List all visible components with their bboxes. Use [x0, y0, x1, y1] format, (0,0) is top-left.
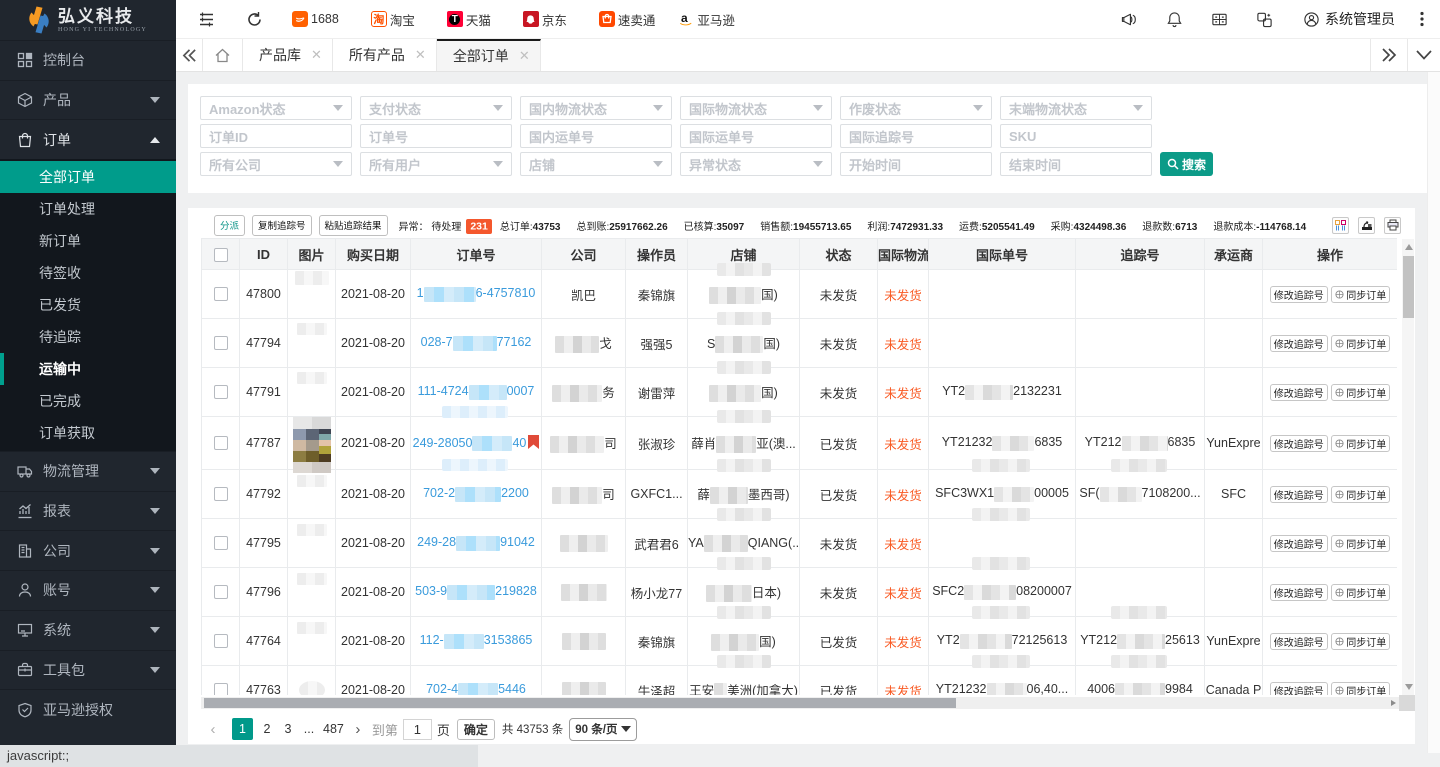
- svg-text:a: a: [681, 11, 688, 25]
